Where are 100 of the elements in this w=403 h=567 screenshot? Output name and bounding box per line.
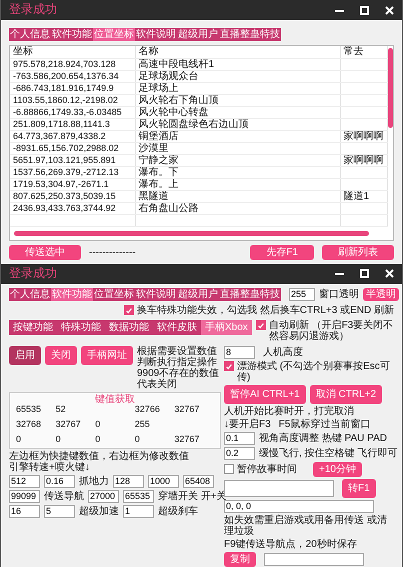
table-cell: 沙漠里 [135,142,340,154]
input-field[interactable]: 0.1 [224,432,255,444]
opacity-field[interactable]: 255 [289,288,315,300]
key-value: 255 [134,420,151,430]
table-cell: 高速中段电线杆1 [135,58,340,70]
note-text: F5鼠标穿过当前窗口 [278,418,370,430]
checkbox[interactable] [256,320,266,330]
tab[interactable]: 软件说明 [135,288,177,300]
checkbox[interactable] [224,360,234,370]
tab[interactable]: 超级用户 [177,28,219,41]
column-header[interactable]: 坐标 [10,46,135,58]
table-cell: -8931.65,156.702,2988.02 [10,142,135,154]
key-value: 65535 [16,404,42,416]
window-title: 登录成功 [9,3,57,17]
table-cell: 807.625,250.373,5039.15 [10,190,135,202]
key-value: 0 [56,434,62,446]
close-icon[interactable] [385,6,394,14]
gamepad-button[interactable]: 手柄网址 [81,346,133,364]
close-icon[interactable] [385,269,394,278]
key-value: 32768 [16,420,42,430]
tab[interactable]: 个人信息 [9,28,51,41]
input-field[interactable]: 512 [9,474,40,488]
table-cell: 975.578,218.924,703.128 [10,58,135,70]
convert-button[interactable]: 转F1 [342,478,376,498]
tab[interactable]: 直播整蛊特技 [219,288,281,300]
input-field[interactable] [224,480,334,496]
tab[interactable]: 特殊功能 [57,320,105,334]
key-value: 52 [56,404,67,416]
tab[interactable]: 软件功能 [51,288,93,300]
teleport-button[interactable]: 传送选中 [9,244,81,260]
field-label: 超级刹车 [158,506,198,516]
tab[interactable]: 按键功能 [9,320,57,334]
tab[interactable]: 手柄Xbox [201,320,252,334]
tab[interactable]: 软件皮肤 [153,320,201,334]
maximize-icon[interactable] [360,6,369,14]
key-value: 0 [134,434,141,446]
note-text: ↓要开启F3 [224,418,271,430]
input-field[interactable]: 65408 [183,474,214,488]
input-field[interactable]: 5 [44,504,75,518]
table-cell: 铜堡酒店 [135,130,340,142]
table-cell: 右角盘山公路 [135,202,340,214]
input-field[interactable]: 16 [9,504,40,518]
copy-button[interactable]: 复制 [224,552,256,566]
table-cell: 宁静之家 [135,154,340,166]
key-value: 0 [95,434,102,446]
ai-button[interactable]: 暂停AI CTRL+1 [224,384,306,404]
table-cell: 1103.55,1860.12,-2198.02 [10,94,135,106]
tab[interactable]: 软件说明 [135,28,177,41]
tab[interactable]: 直播整蛊特技 [219,28,281,41]
window-title: 登录成功 [9,266,57,280]
save-button[interactable]: 先存F1 [250,244,314,260]
input-field[interactable]: 27000 [88,490,119,502]
scrollbar-thumb[interactable] [388,48,393,128]
checkbox[interactable] [224,464,234,474]
input-field[interactable]: 99099 [9,490,40,502]
checkbox-label: 换车特殊功能失效，勾选我 然后换车CTRL+3 或END 刷新 [137,304,394,316]
input-field[interactable] [264,552,364,566]
input-field[interactable]: 1000 [148,474,179,488]
semi-transparent-button[interactable]: 半透明 [363,288,399,300]
checkbox[interactable] [124,304,134,314]
input-field[interactable]: 0.16 [44,474,75,488]
table-cell: 风火轮圆盘绿色右边山顶 [135,118,340,130]
warning-text: 如失效需重启游戏或用备用传送 或清理垃圾 [224,514,388,536]
table-cell: 足球场上 [135,82,340,94]
gamepad-button[interactable]: 关闭 [45,346,77,364]
table-cell: 1719.53,304.97,-2671.1 [10,178,135,190]
refresh-button[interactable]: 刷新列表 [322,244,394,260]
input-field[interactable]: 128 [113,474,144,488]
table-cell: 1537.56,269.379,-2712.13 [10,166,135,178]
key-value: 32767 [56,420,82,430]
hint-text: 引擎转速+喷火键↓ [9,462,90,472]
scrollbar-thumb[interactable] [14,230,369,236]
table-cell: 黑隧道 [135,190,340,202]
key-value: 0 [95,420,102,430]
tab[interactable]: 数据功能 [105,320,153,334]
table-cell: 风火轮中心转盘 [135,106,340,118]
hint-text: 左边框为快捷键数值，右边框为修改数值 [9,450,189,462]
tab[interactable]: 软件功能 [51,28,93,41]
ai-height-field[interactable]: 8 [224,346,255,358]
key-value: 32766 [134,404,161,416]
gamepad-button[interactable]: 启用 [9,346,41,364]
tab[interactable]: 位置坐标 [93,288,135,300]
checkbox-label: 暂停故事时间 [237,464,297,474]
tab[interactable]: 位置坐标 [93,28,135,41]
table-cell: 64.773,367.879,4338.2 [10,130,135,142]
add-time-button[interactable]: +10分钟 [313,462,362,476]
tab[interactable]: 个人信息 [9,288,51,300]
input-field[interactable]: 1 [123,504,154,518]
input-field[interactable]: 65535 [123,490,154,502]
tab[interactable]: 超级用户 [177,288,219,300]
note-text: F9键传送导航点，20秒时保存 [224,538,358,550]
position-field[interactable]: 0, 0, 0 [224,500,374,512]
ai-button[interactable]: 取消 CTRL+2 [310,384,382,404]
column-header[interactable]: 名称 [135,46,340,58]
table-cell: -763.586,200.654,1376.34 [10,70,135,82]
field-label: 超级加速 [79,506,119,516]
maximize-icon[interactable] [360,269,369,278]
gamepad-note: 9909不存在的数值代表关闭 [137,368,220,390]
input-field[interactable]: 0.2 [224,446,255,460]
column-header[interactable]: 常去 [340,46,388,58]
